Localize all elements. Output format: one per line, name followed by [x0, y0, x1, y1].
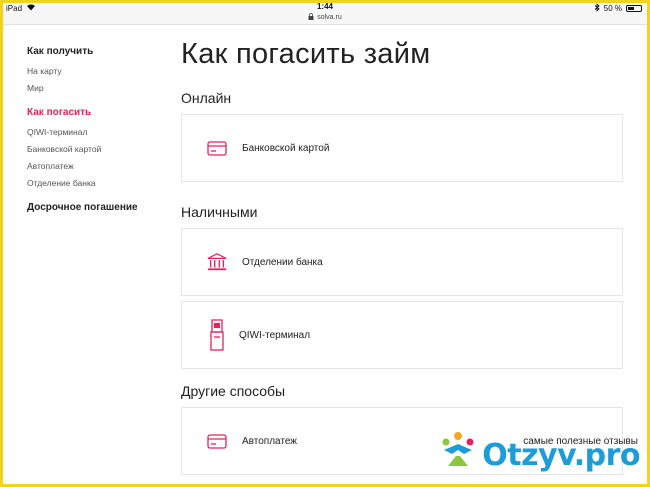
page-title: Как погасить займ [181, 38, 431, 70]
method-label: Банковской картой [242, 142, 330, 154]
sidebar-group-early: Досрочное погашение [27, 202, 157, 213]
method-card-bank-card[interactable]: Банковской картой [181, 114, 623, 182]
sidebar-heading-repay[interactable]: Как погасить [27, 107, 157, 118]
method-card-qiwi[interactable]: QIWI-терминал [181, 301, 623, 369]
payment-terminal-icon [207, 319, 227, 351]
method-label: QIWI-терминал [239, 329, 311, 341]
battery-percent: 50 % [603, 4, 622, 13]
method-label: Автоплатеж [242, 435, 297, 447]
section-title-online: Онлайн [181, 90, 232, 106]
status-bar-right: 50 % [594, 3, 642, 14]
section-title-cash: Наличными [181, 204, 258, 220]
battery-icon [626, 5, 642, 12]
watermark: Otzyv.pro [438, 430, 640, 473]
sidebar-item-bank-card[interactable]: Банковской картой [27, 144, 157, 154]
sidebar-item-card[interactable]: На карту [27, 66, 157, 76]
sidebar-item-autopay[interactable]: Автоплатеж [27, 161, 157, 171]
url-text: solva.ru [317, 14, 342, 21]
section-title-other: Другие способы [181, 383, 286, 399]
sidebar-group-get: Как получить На карту Мир [27, 46, 157, 93]
main-content: Как погасить займ Онлайн Банковской карт… [181, 38, 623, 475]
sidebar-heading-early[interactable]: Досрочное погашение [27, 202, 157, 213]
bluetooth-icon [594, 3, 600, 14]
sidebar-item-mir[interactable]: Мир [27, 83, 157, 93]
clock: 1:44 [316, 2, 333, 11]
bank-building-icon [207, 252, 227, 272]
sidebar-heading-get[interactable]: Как получить [27, 46, 157, 57]
method-label: Отделении банка [242, 256, 323, 268]
sidebar-item-qiwi[interactable]: QIWI-терминал [27, 127, 157, 137]
watermark-brand: Otzyv.pro [482, 438, 640, 473]
watermark-logo-icon [438, 430, 478, 473]
lock-icon [308, 13, 314, 22]
sidebar-group-repay: Как погасить QIWI-терминал Банковской ка… [27, 107, 157, 188]
credit-card-icon [207, 138, 227, 158]
method-card-bank-branch[interactable]: Отделении банка [181, 228, 623, 296]
credit-card-icon [207, 431, 227, 451]
sidebar-item-bank-branch[interactable]: Отделение банка [27, 178, 157, 188]
address-bar[interactable]: solva.ru [0, 13, 650, 22]
status-bar: iPad 1:44 solva.ru 50 % [0, 0, 650, 25]
sidebar: Как получить На карту Мир Как погасить Q… [27, 46, 157, 227]
